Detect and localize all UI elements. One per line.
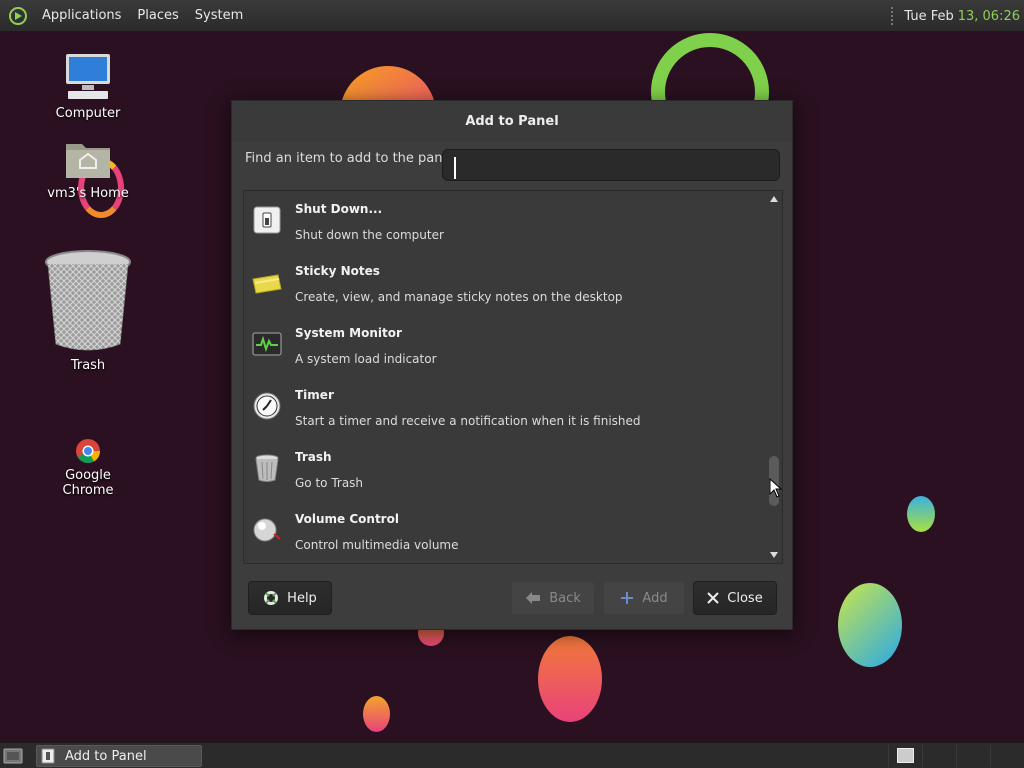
item-description: Go to Trash [295,476,364,490]
timer-icon [253,392,281,420]
item-name: Sticky Notes [295,264,380,278]
back-button-label: Back [549,590,581,606]
list-item-sticky-notes[interactable]: Sticky Notes Create, view, and manage st… [244,253,764,315]
taskbar-item-label: Add to Panel [65,748,147,764]
desktop-icon-chrome[interactable]: Google Chrome [38,438,138,498]
help-button[interactable]: Help [248,581,332,615]
help-button-label: Help [287,590,317,606]
menu-places[interactable]: Places [129,8,186,23]
clock[interactable]: Tue Feb 13, 06:26 [891,0,1020,32]
item-name: Timer [295,388,334,402]
chrome-icon [76,439,100,464]
workspace-2[interactable] [922,745,954,767]
back-button[interactable]: Back [511,581,595,615]
sticky-notes-icon [252,274,282,294]
panel-handle [891,7,894,25]
item-list[interactable]: Shut Down... Shut down the computer Stic… [243,190,783,564]
add-to-panel-dialog: Add to Panel Find an item to add to the … [231,100,793,630]
list-item-shut-down[interactable]: Shut Down... Shut down the computer [244,191,764,253]
item-description: A system load indicator [295,352,437,366]
menu-system[interactable]: System [187,8,251,23]
add-button-label: Add [642,590,668,606]
text-caret [454,157,456,179]
item-description: Shut down the computer [295,228,444,242]
scroll-down-arrow-icon[interactable] [770,552,778,558]
list-scrollbar[interactable] [768,193,780,561]
mate-logo-icon[interactable] [6,4,30,28]
plus-icon [620,591,634,605]
trash-icon [45,250,131,351]
desktop-icon-label: Trash [70,358,106,373]
close-icon [707,592,719,604]
list-item-system-monitor[interactable]: System Monitor A system load indicator [244,315,764,377]
workspace-4[interactable] [990,745,1022,767]
item-name: Volume Control [295,512,399,526]
volume-icon [253,518,281,542]
clock-date: Tue Feb [904,8,954,24]
workspace-3[interactable] [956,745,988,767]
window-icon [41,748,55,764]
show-desktop-icon[interactable] [3,747,23,765]
item-name: Shut Down... [295,202,383,216]
dialog-title[interactable]: Add to Panel [232,101,792,141]
add-button[interactable]: Add [603,581,685,615]
desktop-icon-label: Computer [55,106,121,121]
mouse-cursor-icon [769,478,783,498]
item-name: System Monitor [295,326,402,340]
bottom-panel: Add to Panel [0,742,1024,768]
list-item-timer[interactable]: Timer Start a timer and receive a notifi… [244,377,764,439]
list-item-volume-control[interactable]: Volume Control Control multimedia volume [244,501,764,563]
computer-icon [66,54,110,99]
find-label: Find an item to add to the panel: [245,151,459,166]
item-description: Control multimedia volume [295,538,459,552]
back-arrow-icon [525,591,541,605]
menu-applications[interactable]: Applications [34,8,129,23]
close-button[interactable]: Close [693,581,777,615]
list-item-trash[interactable]: Trash Go to Trash [244,439,764,501]
clock-time: 13, 06:26 [957,8,1020,24]
workspace-1[interactable] [888,745,920,767]
item-description: Create, view, and manage sticky notes on… [295,290,623,304]
system-monitor-icon [252,332,282,356]
shutdown-icon [253,206,281,234]
desktop-icon-label: vm3's Home [47,186,129,201]
help-icon [263,590,279,606]
close-button-label: Close [727,590,763,606]
desktop-icon-label: Google Chrome [62,468,114,498]
taskbar-item-add-to-panel[interactable]: Add to Panel [36,745,202,767]
desktop-icon-trash[interactable]: Trash [38,248,138,373]
desktop-icon-home[interactable]: vm3's Home [38,138,138,201]
top-panel: Applications Places System Tue Feb 13, 0… [0,0,1024,32]
scroll-up-arrow-icon[interactable] [770,196,778,202]
desktop-icon-computer[interactable]: Computer [38,52,138,121]
item-name: Trash [295,450,332,464]
search-input[interactable] [442,149,780,181]
home-folder-icon [66,144,110,178]
item-description: Start a timer and receive a notification… [295,414,641,428]
trash-icon [255,454,279,482]
find-row: Find an item to add to the panel: [245,151,465,166]
